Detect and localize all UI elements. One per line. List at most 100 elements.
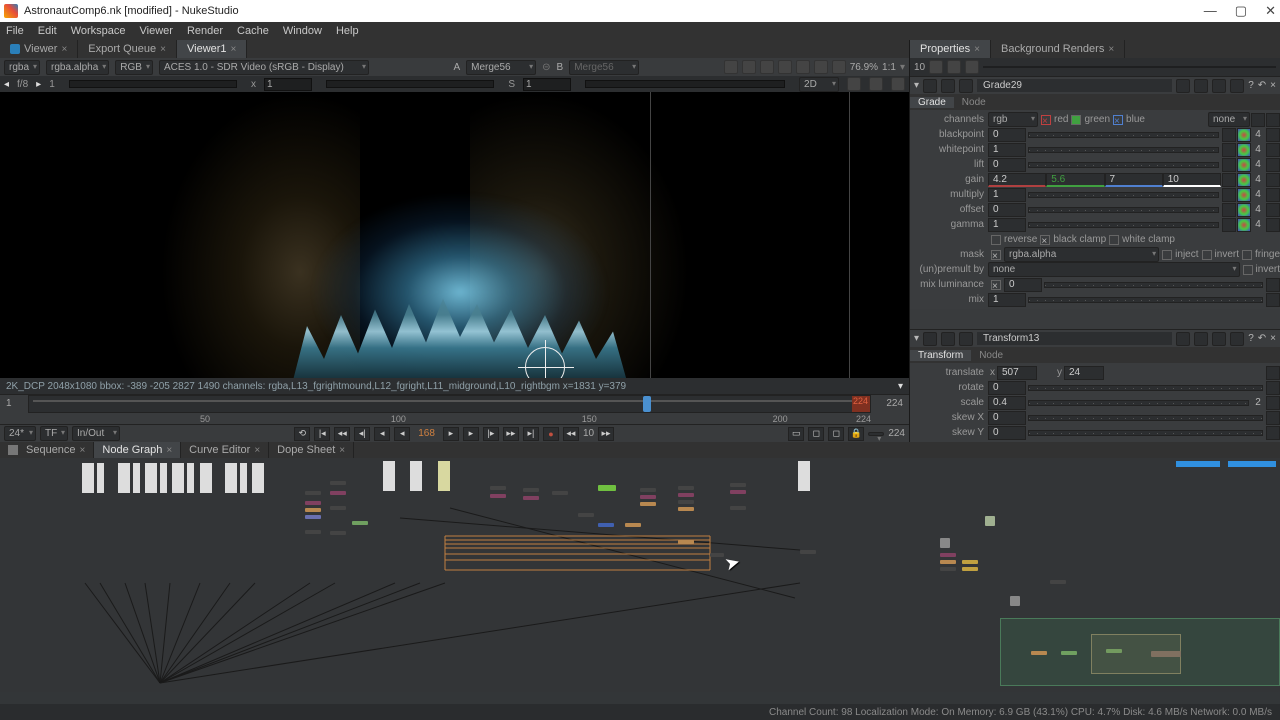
anim-btn[interactable] bbox=[1266, 293, 1280, 307]
menu-workspace[interactable]: Workspace bbox=[71, 25, 126, 37]
read-node[interactable] bbox=[438, 461, 450, 491]
node-disable-icon[interactable] bbox=[941, 332, 955, 346]
read-node[interactable] bbox=[200, 463, 212, 493]
node-btn2[interactable] bbox=[1194, 79, 1208, 93]
anim-btn[interactable] bbox=[1266, 188, 1280, 202]
skewx-input[interactable]: 0 bbox=[988, 411, 1026, 425]
green-check[interactable] bbox=[1071, 115, 1081, 125]
next-icon[interactable]: ▸ bbox=[36, 79, 41, 90]
menu-help[interactable]: Help bbox=[336, 25, 359, 37]
blue-check[interactable]: × bbox=[1113, 115, 1123, 125]
coord-opt3[interactable] bbox=[891, 77, 905, 91]
help-icon[interactable]: ? bbox=[1248, 80, 1254, 91]
mask-check[interactable]: × bbox=[991, 250, 1001, 260]
help-icon[interactable]: ? bbox=[1248, 333, 1254, 344]
inout-select[interactable]: In/Out bbox=[72, 426, 120, 441]
node-name[interactable]: Transform13 bbox=[977, 332, 1172, 345]
chevron-down-icon[interactable]: ▾ bbox=[914, 80, 919, 91]
tab-nodegraph[interactable]: Node Graph× bbox=[94, 442, 181, 458]
next-key-button[interactable]: ▸▸ bbox=[503, 427, 519, 441]
tab-viewer[interactable]: Viewer× bbox=[0, 40, 78, 58]
anim-btn[interactable] bbox=[1266, 366, 1280, 380]
gain-b-input[interactable]: 7 bbox=[1105, 173, 1163, 187]
opt[interactable] bbox=[1222, 143, 1236, 157]
whitepoint-input[interactable]: 1 bbox=[988, 143, 1026, 157]
play-button[interactable]: ▸ bbox=[463, 427, 479, 441]
maximize-button[interactable]: ▢ bbox=[1235, 3, 1247, 19]
mask-select[interactable]: rgba.alpha bbox=[1004, 247, 1159, 262]
gamma-icon[interactable] bbox=[814, 60, 828, 74]
source-a-select[interactable]: Merge56 bbox=[466, 60, 536, 75]
read-node[interactable] bbox=[410, 461, 422, 491]
coord-opt1[interactable] bbox=[847, 77, 861, 91]
step-fwd2-button[interactable]: ▸ bbox=[443, 427, 459, 441]
read-node[interactable] bbox=[383, 461, 395, 491]
step-back-button[interactable]: ◂ bbox=[374, 427, 390, 441]
x-input[interactable] bbox=[264, 78, 312, 91]
close-icon[interactable]: × bbox=[160, 44, 166, 55]
close-icon[interactable]: × bbox=[339, 445, 345, 456]
close-icon[interactable]: × bbox=[974, 44, 980, 55]
node-close-icon[interactable]: × bbox=[1270, 80, 1276, 91]
menu-cache[interactable]: Cache bbox=[237, 25, 269, 37]
slider[interactable] bbox=[1028, 147, 1219, 153]
wipe-icon[interactable]: ⊝ bbox=[542, 62, 550, 73]
tx-input[interactable]: 507 bbox=[997, 366, 1037, 380]
colorspace-select[interactable]: RGB bbox=[115, 60, 153, 75]
close-icon[interactable]: × bbox=[166, 445, 172, 456]
coord-opt2[interactable] bbox=[869, 77, 883, 91]
node-header-grade[interactable]: ▾ Grade29 ? ↶ × bbox=[910, 76, 1280, 94]
prev-key-button[interactable]: ◂◂ bbox=[334, 427, 350, 441]
close-icon[interactable]: × bbox=[231, 44, 237, 55]
step-back2-button[interactable]: ◂ bbox=[394, 427, 410, 441]
backdrop-region[interactable] bbox=[1000, 618, 1280, 686]
scale-input[interactable]: 0.4 bbox=[988, 396, 1026, 410]
fstop-slider[interactable] bbox=[69, 80, 237, 88]
anim-btn[interactable] bbox=[1266, 218, 1280, 232]
close-button[interactable]: ✕ bbox=[1265, 3, 1276, 19]
dim-select[interactable]: 2D bbox=[799, 77, 839, 92]
read-node[interactable] bbox=[97, 463, 104, 493]
mixlum-check[interactable]: × bbox=[991, 280, 1001, 290]
node-btn2[interactable] bbox=[1194, 332, 1208, 346]
minimize-button[interactable]: — bbox=[1204, 3, 1217, 19]
node-header-transform[interactable]: ▾ Transform13 ? ↶ × bbox=[910, 329, 1280, 347]
gain-g-input[interactable]: 5.6 bbox=[1046, 173, 1104, 187]
read-node[interactable] bbox=[133, 463, 140, 493]
opt[interactable] bbox=[1222, 158, 1236, 172]
red-check[interactable]: × bbox=[1041, 115, 1051, 125]
gain-r-input[interactable]: 4.2 bbox=[988, 173, 1046, 187]
unpremult-select[interactable]: none bbox=[988, 262, 1240, 277]
tab-export-queue[interactable]: Export Queue× bbox=[78, 40, 177, 58]
lift-input[interactable]: 0 bbox=[988, 158, 1026, 172]
step-fwd-button[interactable]: |▸ bbox=[483, 427, 499, 441]
gamma-slider[interactable] bbox=[326, 80, 494, 88]
opt[interactable] bbox=[1222, 188, 1236, 202]
proxy-icon[interactable] bbox=[760, 60, 774, 74]
read-node[interactable] bbox=[172, 463, 184, 493]
lock-icon[interactable]: 🔒 bbox=[848, 427, 864, 441]
node-center-icon[interactable] bbox=[923, 332, 937, 346]
fullscreen-icon[interactable]: ▭ bbox=[788, 427, 804, 441]
revert-icon[interactable]: ↶ bbox=[1258, 333, 1266, 344]
clip-icon[interactable] bbox=[742, 60, 756, 74]
gain-a-input[interactable]: 10 bbox=[1163, 173, 1221, 187]
rotate-input[interactable]: 0 bbox=[988, 381, 1026, 395]
skewy-input[interactable]: 0 bbox=[988, 426, 1026, 440]
node-graph[interactable]: ➤ bbox=[0, 458, 1280, 692]
subtab-node[interactable]: Node bbox=[971, 350, 1011, 361]
slider[interactable] bbox=[1028, 297, 1263, 303]
step-size[interactable]: 10 bbox=[583, 428, 594, 439]
anim-btn[interactable] bbox=[1266, 203, 1280, 217]
node-color-icon[interactable] bbox=[959, 332, 973, 346]
rec-button[interactable]: ● bbox=[543, 427, 559, 441]
slider[interactable] bbox=[1028, 192, 1219, 198]
close-icon[interactable]: × bbox=[254, 445, 260, 456]
menu-edit[interactable]: Edit bbox=[38, 25, 57, 37]
read-node[interactable] bbox=[240, 463, 247, 493]
revert-icon[interactable]: ↶ bbox=[1258, 80, 1266, 91]
color-btn[interactable] bbox=[1237, 128, 1251, 142]
stop-icon[interactable]: ◻ bbox=[808, 427, 824, 441]
loop-button[interactable]: ⟲ bbox=[294, 427, 310, 441]
menu-render[interactable]: Render bbox=[187, 25, 223, 37]
